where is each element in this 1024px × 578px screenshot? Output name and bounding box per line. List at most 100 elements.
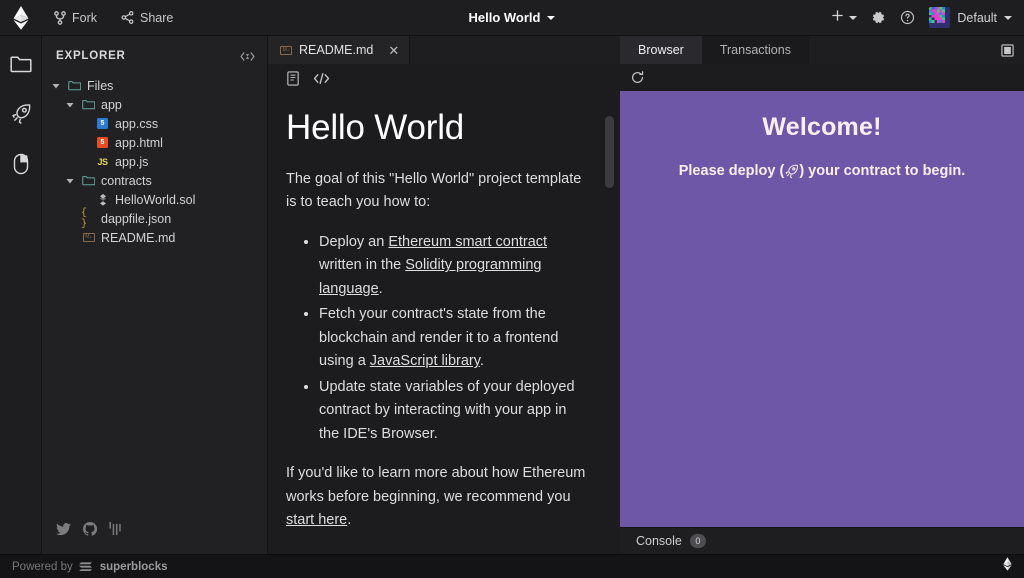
toggle-panel-icon[interactable] <box>1001 43 1014 57</box>
tree-file[interactable]: M↓ README.md <box>42 228 267 247</box>
preview-tab-filler <box>808 36 1024 64</box>
question-circle-icon[interactable] <box>900 10 915 25</box>
tab-browser[interactable]: Browser <box>620 36 702 64</box>
twitter-icon[interactable] <box>56 522 71 536</box>
activity-rail <box>0 36 42 554</box>
preview-panel: Browser Transactions Welcome! Please dep… <box>620 36 1024 554</box>
gitter-icon[interactable] <box>109 522 122 536</box>
doc-inline-link[interactable]: Ethereum smart contract <box>388 234 547 250</box>
preview-welcome-title: Welcome! <box>762 113 882 141</box>
tree-item-label: Files <box>87 78 114 93</box>
doc-inline-text: Update state variables of your deployed … <box>319 378 575 442</box>
doc-inline-text: . <box>378 280 383 297</box>
explorer-header: EXPLORER <box>42 42 267 70</box>
status-bar-right <box>1003 557 1012 576</box>
doc-bullet-item: Update state variables of your deployed … <box>319 376 590 446</box>
plus-icon <box>831 9 844 27</box>
preview-welcome-subtitle: Please deploy () your contract to begin. <box>679 163 966 179</box>
tree-folder[interactable]: Files <box>42 76 267 95</box>
close-icon[interactable]: ✕ <box>388 44 399 57</box>
superblocks-logo-icon <box>78 561 94 573</box>
editor-toolbar <box>268 64 620 92</box>
tree-item-label: app.css <box>115 116 159 131</box>
preview-icon[interactable] <box>286 70 300 86</box>
tab-readme[interactable]: M↓ README.md ✕ <box>268 36 411 64</box>
ethereum-logo-icon[interactable] <box>0 5 42 30</box>
main-body: EXPLORER Files app 5 app.css 5 app.html JS app.… <box>0 36 1024 554</box>
doc-paragraph-1: The goal of this "Hello World" project t… <box>286 170 582 211</box>
preview-iframe: Welcome! Please deploy () your contract … <box>620 91 1024 527</box>
doc-inline-link[interactable]: JavaScript library <box>370 353 480 369</box>
tree-folder[interactable]: contracts <box>42 171 267 190</box>
identicon-avatar <box>929 7 951 28</box>
explorer-panel: EXPLORER Files app 5 app.css 5 app.html JS app.… <box>42 36 268 554</box>
top-bar-right-actions: Default <box>831 7 1024 28</box>
console-bar[interactable]: Console 0 <box>620 527 1024 554</box>
tree-file[interactable]: 5 app.css <box>42 114 267 133</box>
gear-icon[interactable] <box>871 10 886 25</box>
tree-item-label: dappfile.json <box>101 211 172 226</box>
doc-paragraph-2: If you'd like to learn more about how Et… <box>286 462 590 532</box>
editor-panel: M↓ README.md ✕ Hello World The goal of t… <box>268 36 620 554</box>
tree-file[interactable]: { } dappfile.json <box>42 207 267 230</box>
app-root: Fork Share Hello World Default EXPLORER … <box>0 0 1024 578</box>
editor-scrollbar[interactable] <box>605 116 614 188</box>
tree-item-label: app.html <box>115 135 163 150</box>
reload-icon[interactable] <box>630 70 645 85</box>
top-bar: Fork Share Hello World Default <box>0 0 1024 36</box>
markdown-document: Hello World The goal of this "Hello Worl… <box>268 92 620 554</box>
powered-by[interactable]: Powered by superblocks <box>12 561 167 573</box>
fork-icon <box>54 10 66 25</box>
doc-inline-text: written in the <box>319 257 406 274</box>
collapse-all-icon[interactable] <box>240 51 255 62</box>
tree-file[interactable]: HelloWorld.sol <box>42 190 267 209</box>
doc-p2-pre: If you'd like to learn more about how Et… <box>286 465 586 505</box>
markdown-file-icon: M↓ <box>81 233 96 242</box>
account-menu[interactable]: Default <box>929 7 1012 28</box>
rocket-icon <box>784 164 799 179</box>
tab-bar-filler <box>410 36 620 64</box>
powered-by-label: Powered by <box>12 560 73 573</box>
folder-icon <box>81 99 96 110</box>
status-bar: Powered by superblocks <box>0 554 1024 578</box>
tab-label: README.md <box>299 43 374 57</box>
tab-browser-label: Browser <box>638 43 684 57</box>
github-icon[interactable] <box>83 522 97 536</box>
folder-icon <box>81 175 96 186</box>
ethereum-logo-icon[interactable] <box>1003 557 1012 576</box>
chevron-down-icon[interactable] <box>64 101 76 109</box>
rocket-icon[interactable] <box>7 100 35 128</box>
tab-transactions[interactable]: Transactions <box>702 36 809 64</box>
doc-inline-text: . <box>479 353 484 370</box>
js-file-icon: JS <box>97 156 108 167</box>
project-name-dropdown[interactable]: Hello World <box>469 10 556 25</box>
console-label: Console <box>636 534 682 548</box>
add-button[interactable] <box>831 9 858 27</box>
editor-tab-bar: M↓ README.md ✕ <box>268 36 620 64</box>
share-button[interactable]: Share <box>117 8 177 28</box>
file-tree: Files app 5 app.css 5 app.html JS app.js contrac… <box>42 70 267 522</box>
chevron-down-icon[interactable] <box>50 82 62 90</box>
preview-address-bar <box>620 64 1024 91</box>
tree-file[interactable]: JS app.js <box>42 152 267 171</box>
share-label: Share <box>140 10 174 25</box>
tree-folder[interactable]: app <box>42 95 267 114</box>
chevron-down-icon <box>547 15 556 20</box>
doc-p2-post: . <box>347 512 352 529</box>
mouse-icon[interactable] <box>7 150 35 178</box>
explorer-title: EXPLORER <box>56 50 126 62</box>
chevron-down-icon[interactable] <box>64 177 76 185</box>
superblocks-brand-label: superblocks <box>99 560 168 573</box>
fork-button[interactable]: Fork <box>50 8 101 28</box>
doc-bullet-list: Deploy an Ethereum smart contract writte… <box>286 231 590 446</box>
tree-item-label: README.md <box>101 230 176 245</box>
preview-sub-pre: Please deploy ( <box>678 163 785 179</box>
tab-transactions-label: Transactions <box>719 43 791 57</box>
preview-tab-bar: Browser Transactions <box>620 36 1024 64</box>
json-file-icon: { } <box>81 207 88 230</box>
folder-icon[interactable] <box>7 50 35 78</box>
tree-item-label: app.js <box>115 154 149 169</box>
code-view-icon[interactable] <box>313 72 330 85</box>
doc-link-start-here[interactable]: start here <box>286 512 347 528</box>
tree-file[interactable]: 5 app.html <box>42 133 267 152</box>
